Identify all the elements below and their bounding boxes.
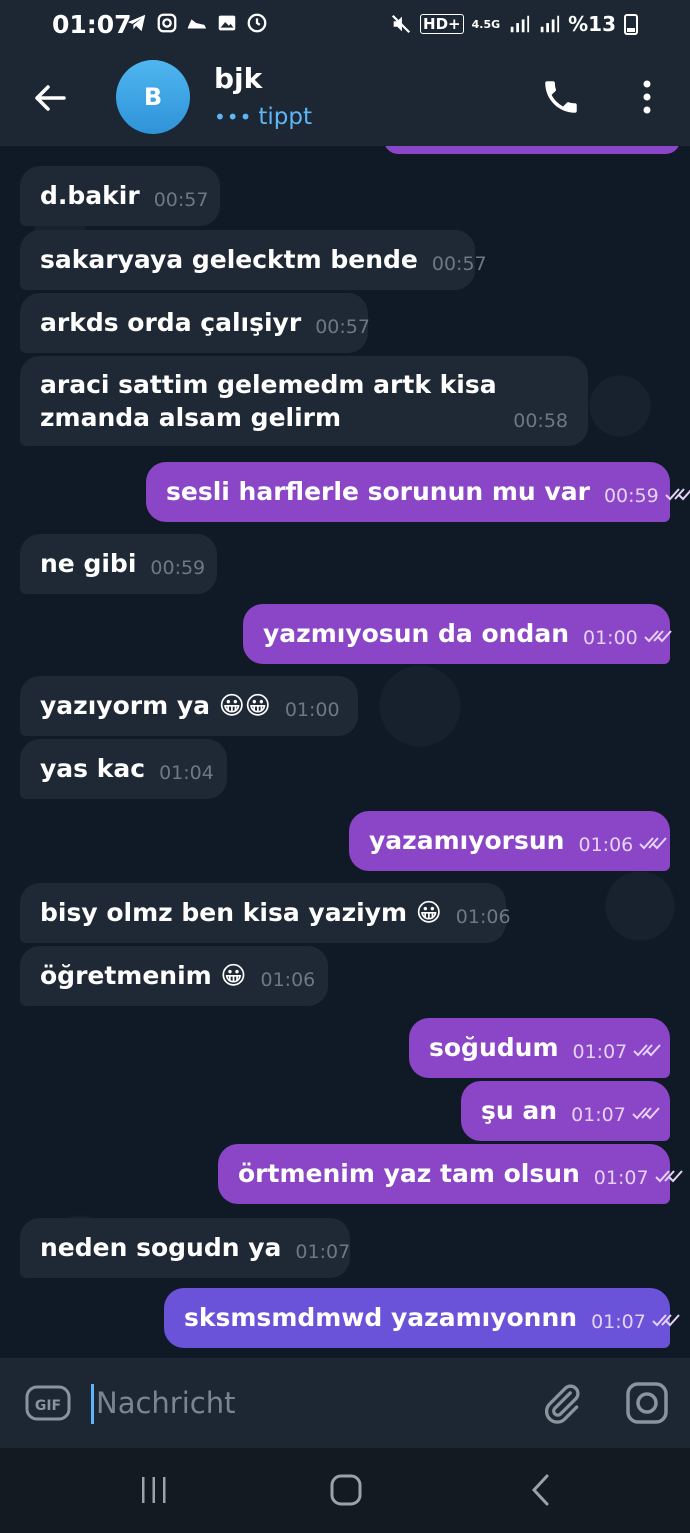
- message-time: 01:06: [578, 834, 634, 856]
- message-text: sksmsmdmwd yazamıyonnn: [184, 1303, 578, 1332]
- message-text: yazmıyosun da ondan: [263, 619, 569, 648]
- avatar-letter: B: [143, 83, 163, 111]
- status-bar: 01:07 HD+ 4.5G %13: [0, 0, 690, 50]
- message-incoming[interactable]: arkds orda çalışiyr 00:57: [20, 293, 370, 353]
- paperclip-icon[interactable]: [540, 1380, 584, 1426]
- message-incoming[interactable]: ne gibi 00:59: [20, 534, 217, 594]
- message-outgoing[interactable]: örtmenim yaz tam olsun 01:07: [218, 1144, 683, 1204]
- message-time: 00:58: [513, 410, 568, 432]
- message-time: 01:04: [159, 762, 214, 784]
- message-time: 01:00: [284, 699, 340, 721]
- status-text: tippt: [258, 104, 313, 130]
- message-incoming[interactable]: yazıyorm ya 😀😀 01:00: [20, 676, 358, 736]
- message-time: 00:57: [315, 316, 370, 338]
- message-time: 01:06: [455, 906, 511, 928]
- network-type: 4.5G: [471, 17, 501, 31]
- message-text: öğretmenim 😀: [40, 961, 247, 990]
- double-check-icon: [632, 1107, 660, 1120]
- message-outgoing[interactable]: sesli harflerle sorunun mu var 00:59: [146, 462, 690, 522]
- instagram-icon: [157, 13, 177, 33]
- message-incoming[interactable]: araci sattim gelemedm artk kisa zmanda a…: [20, 356, 588, 446]
- message-time: 01:07: [295, 1241, 351, 1263]
- message-text: sakaryaya gelecktm bende: [40, 245, 418, 274]
- message-text: d.bakir: [40, 181, 140, 210]
- clock-icon: [247, 13, 267, 33]
- message-text: araci sattim gelemedm artk kisa zmanda a…: [40, 370, 497, 432]
- message-text: soğudum: [429, 1033, 559, 1062]
- double-check-icon: [664, 488, 690, 501]
- message-outgoing[interactable]: yazmıyosun da ondan 01:00: [243, 604, 672, 664]
- message-time: 01:00: [583, 627, 638, 649]
- message-text: neden sogudn ya: [40, 1233, 282, 1262]
- double-check-icon: [644, 630, 672, 643]
- recent-apps-icon[interactable]: [136, 1474, 172, 1506]
- double-check-icon: [633, 1044, 662, 1057]
- telegram-icon: [127, 14, 146, 32]
- hd-indicator: HD+: [420, 14, 464, 34]
- double-check-icon: [639, 837, 667, 850]
- message-text: bisy olmz ben kisa yaziym 😀: [40, 898, 442, 927]
- back-arrow-icon[interactable]: [30, 78, 70, 118]
- status-time: 01:07: [52, 10, 132, 39]
- message-time: 01:07: [571, 1104, 626, 1126]
- battery-icon: [624, 14, 638, 35]
- message-incoming[interactable]: yas kac 01:04: [20, 739, 227, 799]
- message-outgoing[interactable]: soğudum 01:07: [409, 1018, 670, 1078]
- gallery-icon: [218, 15, 236, 31]
- message-text: örtmenim yaz tam olsun: [238, 1159, 580, 1188]
- double-check-icon: [652, 1314, 680, 1327]
- message-text: sesli harflerle sorunun mu var: [166, 477, 590, 506]
- signal-icon: [510, 15, 530, 33]
- message-time: 01:07: [591, 1311, 646, 1333]
- double-check-icon: [654, 1170, 683, 1183]
- message-text: ne gibi: [40, 549, 137, 578]
- notification-icons: [126, 12, 268, 34]
- message-time: 00:57: [153, 189, 209, 211]
- message-outgoing[interactable]: şu an 01:07: [461, 1081, 670, 1141]
- message-outgoing[interactable]: yazamıyorsun 01:06: [349, 811, 670, 871]
- message-time: 00:57: [431, 253, 487, 275]
- message-text: yazamıyorsun: [369, 826, 565, 855]
- battery-percent: %13: [568, 12, 616, 36]
- message-text: arkds orda çalışiyr: [40, 308, 302, 337]
- system-icons: HD+ 4.5G %13: [390, 12, 638, 36]
- message-incoming[interactable]: d.bakir 00:57: [20, 166, 220, 226]
- message-time: 00:59: [150, 557, 206, 579]
- message-incoming[interactable]: öğretmenim 😀 01:06: [20, 946, 328, 1006]
- signal-icon: [540, 15, 560, 33]
- message-time: 00:59: [603, 485, 659, 507]
- avatar[interactable]: B: [116, 60, 190, 134]
- camera-icon[interactable]: [624, 1380, 670, 1426]
- message-text: şu an: [481, 1096, 558, 1125]
- message-time: 01:07: [572, 1041, 628, 1063]
- home-icon[interactable]: [328, 1472, 364, 1508]
- message-text: yas kac: [40, 754, 146, 783]
- typing-status: ••• tippt: [214, 104, 312, 130]
- text-cursor: [91, 1384, 94, 1424]
- message-text: yazıyorm ya 😀😀: [40, 691, 271, 720]
- message-outgoing[interactable]: sksmsmdmwd yazamıyonnn 01:07: [164, 1288, 680, 1348]
- message-incoming[interactable]: bisy olmz ben kisa yaziym 😀 01:06: [20, 883, 511, 943]
- gif-label: GIF: [35, 1398, 61, 1414]
- message-incoming[interactable]: neden sogudn ya 01:07: [20, 1218, 350, 1278]
- message-time: 01:06: [260, 969, 316, 991]
- nav-back-icon[interactable]: [528, 1472, 552, 1508]
- gif-icon[interactable]: GIF: [24, 1382, 72, 1424]
- mute-icon: [391, 14, 411, 34]
- more-vertical-icon[interactable]: [630, 76, 664, 118]
- message-list[interactable]: d.bakir 00:57 sakaryaya gelecktm bende 00:…: [0, 146, 690, 1358]
- typing-dots-icon: •••: [214, 105, 253, 129]
- message-incoming[interactable]: sakaryaya gelecktm bende 00:57: [20, 230, 487, 290]
- sneaker-icon: [187, 19, 207, 29]
- previous-message-edge: [384, 146, 680, 154]
- message-time: 01:07: [593, 1167, 649, 1189]
- message-composer: GIF: [0, 1358, 690, 1448]
- phone-icon[interactable]: [540, 76, 582, 118]
- message-input[interactable]: [96, 1380, 516, 1426]
- contact-name[interactable]: bjk: [214, 62, 262, 95]
- system-navigation-bar: [0, 1448, 690, 1533]
- chat-header: B bjk ••• tippt: [0, 50, 690, 146]
